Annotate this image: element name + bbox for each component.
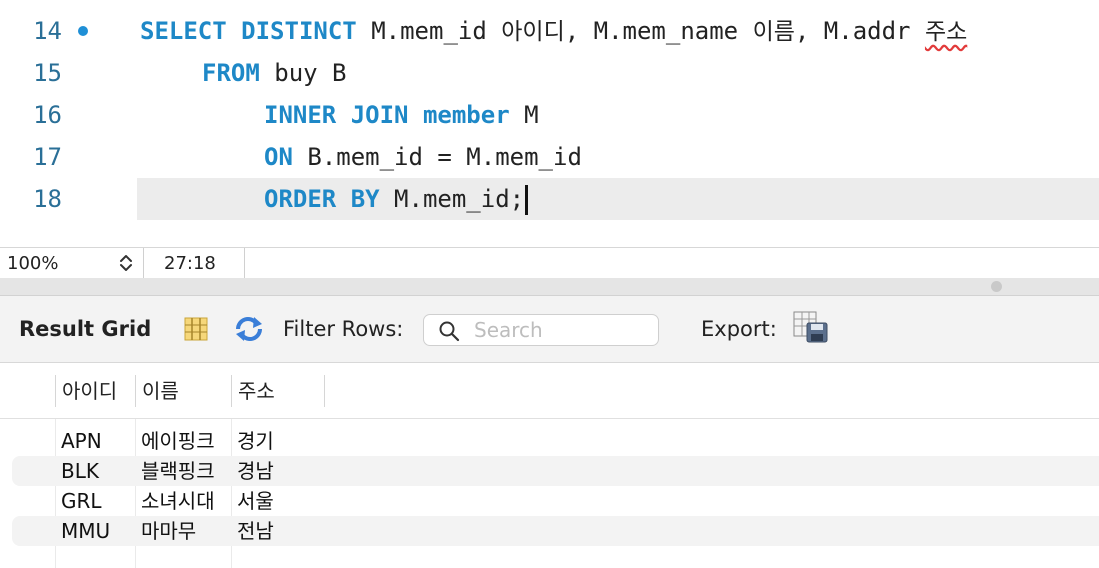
up-down-stepper-icon[interactable] <box>116 253 136 273</box>
code-line-16[interactable]: 16 INNER JOIN member M <box>0 94 1099 136</box>
cell-id[interactable]: GRL <box>61 486 102 516</box>
code-alias-spellcheck: 주소 <box>924 19 968 45</box>
code-line-17[interactable]: 17 ON B.mem_id = M.mem_id <box>0 136 1099 178</box>
status-divider <box>244 248 245 279</box>
table-row[interactable]: APN 에이핑크 경기 <box>12 426 1099 456</box>
code-alias: 아이디 <box>501 19 565 45</box>
code-token: M <box>509 101 539 129</box>
cell-addr[interactable]: 경기 <box>237 426 274 456</box>
column-header-addr[interactable]: 주소 <box>231 375 324 407</box>
panel-splitter[interactable] <box>0 278 1099 296</box>
cell-name[interactable]: 에이핑크 <box>141 426 215 456</box>
code-token: buy B <box>259 59 347 87</box>
code-alias: 이름 <box>752 19 795 45</box>
export-icon[interactable] <box>793 311 831 343</box>
cell-addr[interactable]: 서울 <box>237 486 274 516</box>
code-line-18[interactable]: 18 ORDER BY M.mem_id; <box>0 178 1099 220</box>
result-toolbar: Result Grid Filter Rows: Export: <box>0 296 1099 363</box>
code-token: B.mem_id = M.mem_id <box>292 143 582 171</box>
code-line-15[interactable]: 15 FROM buy B <box>0 52 1099 94</box>
column-header-id[interactable]: 아이디 <box>55 375 135 407</box>
cell-name[interactable]: 블랙핑크 <box>141 456 215 486</box>
code-text: FROM buy B <box>202 52 347 94</box>
code-keyword: FROM <box>202 59 260 87</box>
column-divider <box>324 375 325 407</box>
zoom-level[interactable]: 100% <box>7 248 58 279</box>
table-row[interactable]: GRL 소녀시대 서울 <box>12 486 1099 516</box>
code-keyword: SELECT DISTINCT <box>140 17 357 45</box>
column-header-name[interactable]: 이름 <box>135 375 231 407</box>
line-number: 16 <box>33 101 62 129</box>
cell-id[interactable]: MMU <box>61 516 110 546</box>
grid-view-icon[interactable] <box>183 316 209 342</box>
line-number: 15 <box>33 59 62 87</box>
code-text: SELECT DISTINCT M.mem_id 아이디, M.mem_name… <box>140 10 967 52</box>
line-number: 18 <box>33 185 62 213</box>
result-grid-title[interactable]: Result Grid <box>19 296 151 363</box>
cell-id[interactable]: APN <box>61 426 102 456</box>
grid-header: 아이디 이름 주소 <box>0 363 1099 419</box>
refresh-icon[interactable] <box>232 315 266 343</box>
code-keyword: INNER JOIN member <box>264 101 510 129</box>
table-row[interactable]: BLK 블랙핑크 경남 <box>12 456 1099 486</box>
code-line-14[interactable]: 14 SELECT DISTINCT M.mem_id 아이디, M.mem_n… <box>0 10 1099 52</box>
code-text: ORDER BY M.mem_id; <box>264 178 529 220</box>
code-token: M.mem_id; <box>379 185 525 213</box>
code-keyword: ORDER BY <box>264 185 380 213</box>
line-number: 14 <box>33 17 62 45</box>
code-token: , M.addr <box>794 17 925 45</box>
search-icon <box>439 321 460 342</box>
code-text: INNER JOIN member M <box>264 94 539 136</box>
status-divider <box>143 248 144 279</box>
text-caret <box>525 185 529 215</box>
editor-status-bar: 100% 27:18 <box>0 247 1099 279</box>
code-token: , M.mem_name <box>564 17 753 45</box>
code-keyword: ON <box>264 143 293 171</box>
code-token: M.mem_id <box>356 17 502 45</box>
breakpoint-dot-icon[interactable] <box>78 26 88 36</box>
line-number: 17 <box>33 143 62 171</box>
cell-addr[interactable]: 경남 <box>237 456 274 486</box>
search-input[interactable] <box>474 317 650 343</box>
sql-editor[interactable]: 14 SELECT DISTINCT M.mem_id 아이디, M.mem_n… <box>0 0 1099 247</box>
splitter-handle-icon[interactable] <box>991 281 1002 292</box>
result-grid[interactable]: 아이디 이름 주소 APN 에이핑크 경기 BLK 블랙핑크 경남 GRL 소녀… <box>0 363 1099 568</box>
search-box[interactable] <box>423 314 659 346</box>
cursor-position: 27:18 <box>164 253 216 274</box>
cell-name[interactable]: 마마무 <box>141 516 196 546</box>
table-row[interactable]: MMU 마마무 전남 <box>12 516 1099 546</box>
cell-addr[interactable]: 전남 <box>237 516 274 546</box>
cell-id[interactable]: BLK <box>61 456 99 486</box>
cell-name[interactable]: 소녀시대 <box>141 486 215 516</box>
filter-rows-label: Filter Rows: <box>283 317 404 341</box>
code-text: ON B.mem_id = M.mem_id <box>264 136 582 178</box>
export-label: Export: <box>701 317 777 341</box>
